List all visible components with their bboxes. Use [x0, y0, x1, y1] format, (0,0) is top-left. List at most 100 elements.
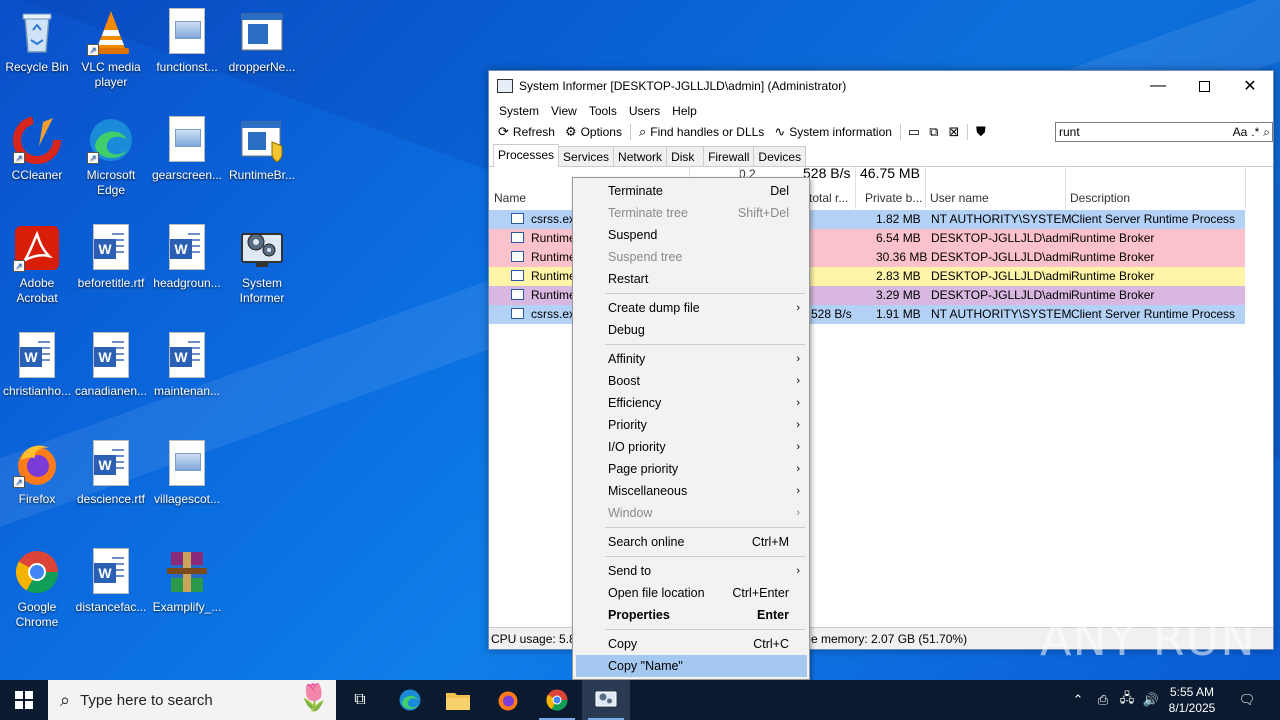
- menu-item-io-priority[interactable]: I/O priority ›: [576, 436, 807, 458]
- tab-processes[interactable]: Processes: [493, 144, 560, 167]
- close-window-icon[interactable]: ⊠: [944, 122, 964, 142]
- menu-users[interactable]: Users: [623, 104, 666, 118]
- menu-item-create-dump-file[interactable]: Create dump file ›: [576, 297, 807, 319]
- desktop-icon-chrome[interactable]: Google Chrome: [0, 548, 74, 630]
- network-icon[interactable]: 🖧: [1116, 680, 1138, 720]
- column-private-bytes[interactable]: Private b...: [865, 191, 922, 205]
- start-button[interactable]: [0, 680, 48, 720]
- column-description[interactable]: Description: [1070, 191, 1130, 205]
- menu-item-terminate[interactable]: Terminate Del: [576, 180, 807, 202]
- volume-icon[interactable]: 🔊: [1140, 680, 1162, 720]
- desktop-icon-beforetitle[interactable]: W beforetitle.rtf: [74, 224, 148, 291]
- taskbar-firefox[interactable]: [484, 680, 532, 720]
- title-bar[interactable]: System Informer [DESKTOP-JGLLJLD\admin] …: [489, 71, 1273, 101]
- desktop-icon-distancefac[interactable]: W distancefac...: [74, 548, 148, 615]
- menu-item-page-priority[interactable]: Page priority ›: [576, 458, 807, 480]
- menu-item-affinity[interactable]: Affinity ›: [576, 348, 807, 370]
- minimize-button[interactable]: —: [1135, 71, 1181, 101]
- taskbar-chrome[interactable]: [533, 680, 581, 720]
- notification-center-button[interactable]: 🗨: [1232, 680, 1262, 720]
- window-icon[interactable]: ▭: [904, 122, 924, 142]
- taskbar-search-box[interactable]: ⌕ Type here to search 🌷: [48, 680, 336, 720]
- desktop-icon-headgroun[interactable]: W headgroun...: [150, 224, 224, 291]
- tab-network[interactable]: Network: [613, 146, 668, 166]
- find-window-icon[interactable]: ⧉: [924, 122, 944, 142]
- menu-tools[interactable]: Tools: [583, 104, 623, 118]
- menu-item-suspend-tree[interactable]: Suspend tree: [576, 246, 807, 268]
- desktop-icon-vlc[interactable]: ↗ VLC media player: [74, 8, 148, 90]
- column-name[interactable]: Name: [494, 191, 526, 205]
- desktop-icon-acrobat[interactable]: ↗ Adobe Acrobat: [0, 224, 74, 306]
- menu-item-search-online[interactable]: Search online Ctrl+M: [576, 531, 807, 553]
- menu-view[interactable]: View: [545, 104, 583, 118]
- menu-item-miscellaneous[interactable]: Miscellaneous ›: [576, 480, 807, 502]
- menu-item-priority[interactable]: Priority ›: [576, 414, 807, 436]
- menu-item-shortcut: Enter: [757, 608, 789, 622]
- desktop-icon-runtimebr[interactable]: RuntimeBr...: [225, 116, 299, 183]
- task-view-button[interactable]: ⧉: [336, 680, 384, 720]
- search-input[interactable]: runt Aa .* ⌕: [1055, 122, 1273, 142]
- search-options-icon[interactable]: ⌕: [1261, 125, 1272, 140]
- refresh-button[interactable]: ⟳ Refresh: [493, 122, 560, 142]
- column-io-total[interactable]: total r...: [809, 191, 848, 205]
- menu-item-copy[interactable]: Copy Ctrl+C: [576, 633, 807, 655]
- desktop-icon-descience[interactable]: W descience.rtf: [74, 440, 148, 507]
- desktop-icon-recycle-bin[interactable]: Recycle Bin: [0, 8, 74, 75]
- desktop-icon-christianho[interactable]: W christianho...: [0, 332, 74, 399]
- process-icon: [511, 270, 524, 281]
- summary-private: 46.75 MB: [860, 165, 920, 181]
- shield-icon[interactable]: ⛊: [971, 122, 991, 142]
- menu-item-window[interactable]: Window ›: [576, 502, 807, 524]
- menu-item-send-to[interactable]: Send to ›: [576, 560, 807, 582]
- tab-disk[interactable]: Disk: [666, 146, 705, 166]
- menu-item-boost[interactable]: Boost ›: [576, 370, 807, 392]
- desktop-icon-maintenan[interactable]: W maintenan...: [150, 332, 224, 399]
- desktop-icon-dropperne[interactable]: dropperNe...: [225, 8, 299, 75]
- toolbar-separator: [629, 124, 631, 140]
- column-user-name[interactable]: User name: [930, 191, 989, 205]
- desktop-icon-ccleaner[interactable]: ↗ CCleaner: [0, 116, 74, 183]
- close-button[interactable]: ✕: [1227, 71, 1273, 101]
- desktop-icon-system-informer[interactable]: System Informer: [225, 224, 299, 306]
- desktop-icon-canadianen[interactable]: W canadianen...: [74, 332, 148, 399]
- menu-item-suspend[interactable]: Suspend: [576, 224, 807, 246]
- menu-item-restart[interactable]: Restart: [576, 268, 807, 290]
- tray-device-icon[interactable]: ⎙: [1092, 680, 1114, 720]
- desktop-icon-label: gearscreen...: [151, 168, 223, 182]
- desktop-icon-firefox[interactable]: ↗ Firefox: [0, 440, 74, 507]
- taskbar-clock[interactable]: 5:55 AM 8/1/2025: [1160, 684, 1224, 716]
- menu-item-copy-name[interactable]: Copy "Name": [576, 655, 807, 677]
- menu-item-label: Send to: [608, 564, 652, 578]
- menu-system[interactable]: System: [493, 104, 545, 118]
- menu-item-label: Window: [608, 506, 653, 520]
- system-information-button[interactable]: ∿ System information: [769, 122, 897, 142]
- column-divider: [855, 167, 856, 209]
- taskbar-system-informer[interactable]: [582, 680, 630, 720]
- menu-item-properties[interactable]: Properties Enter: [576, 604, 807, 626]
- menu-item-open-file-location[interactable]: Open file location Ctrl+Enter: [576, 582, 807, 604]
- regex-toggle[interactable]: .*: [1249, 125, 1261, 139]
- desktop-icon-label: villagescot...: [153, 492, 221, 506]
- vlc-cone-icon: ↗: [87, 8, 135, 56]
- desktop-icon-functionst[interactable]: functionst...: [150, 8, 224, 75]
- menu-help[interactable]: Help: [666, 104, 703, 118]
- desktop-icon-label: headgroun...: [153, 276, 221, 290]
- options-button[interactable]: ⚙ Options: [560, 122, 627, 142]
- desktop-icon-examplify[interactable]: Examplify_...: [150, 548, 224, 615]
- desktop-icon-edge[interactable]: ↗ Microsoft Edge: [74, 116, 148, 198]
- match-case-toggle[interactable]: Aa: [1231, 125, 1250, 139]
- menu-item-terminate-tree[interactable]: Terminate tree Shift+Del: [576, 202, 807, 224]
- menu-item-debug[interactable]: Debug: [576, 319, 807, 341]
- tab-firewall[interactable]: Firewall: [703, 146, 755, 166]
- menu-item-shortcut: Ctrl+C: [753, 637, 789, 651]
- maximize-button[interactable]: [1181, 71, 1227, 101]
- tab-devices[interactable]: Devices: [753, 146, 807, 166]
- desktop-icon-gearscreen[interactable]: gearscreen...: [150, 116, 224, 183]
- show-hidden-icons-button[interactable]: ⌃: [1068, 680, 1088, 720]
- find-handles-button[interactable]: ⌕ Find handles or DLLs: [634, 122, 769, 142]
- desktop-icon-villagescot[interactable]: villagescot...: [150, 440, 224, 507]
- taskbar-file-explorer[interactable]: [434, 680, 482, 720]
- taskbar-edge[interactable]: [386, 680, 434, 720]
- menu-item-efficiency[interactable]: Efficiency ›: [576, 392, 807, 414]
- tab-services[interactable]: Services: [558, 146, 615, 166]
